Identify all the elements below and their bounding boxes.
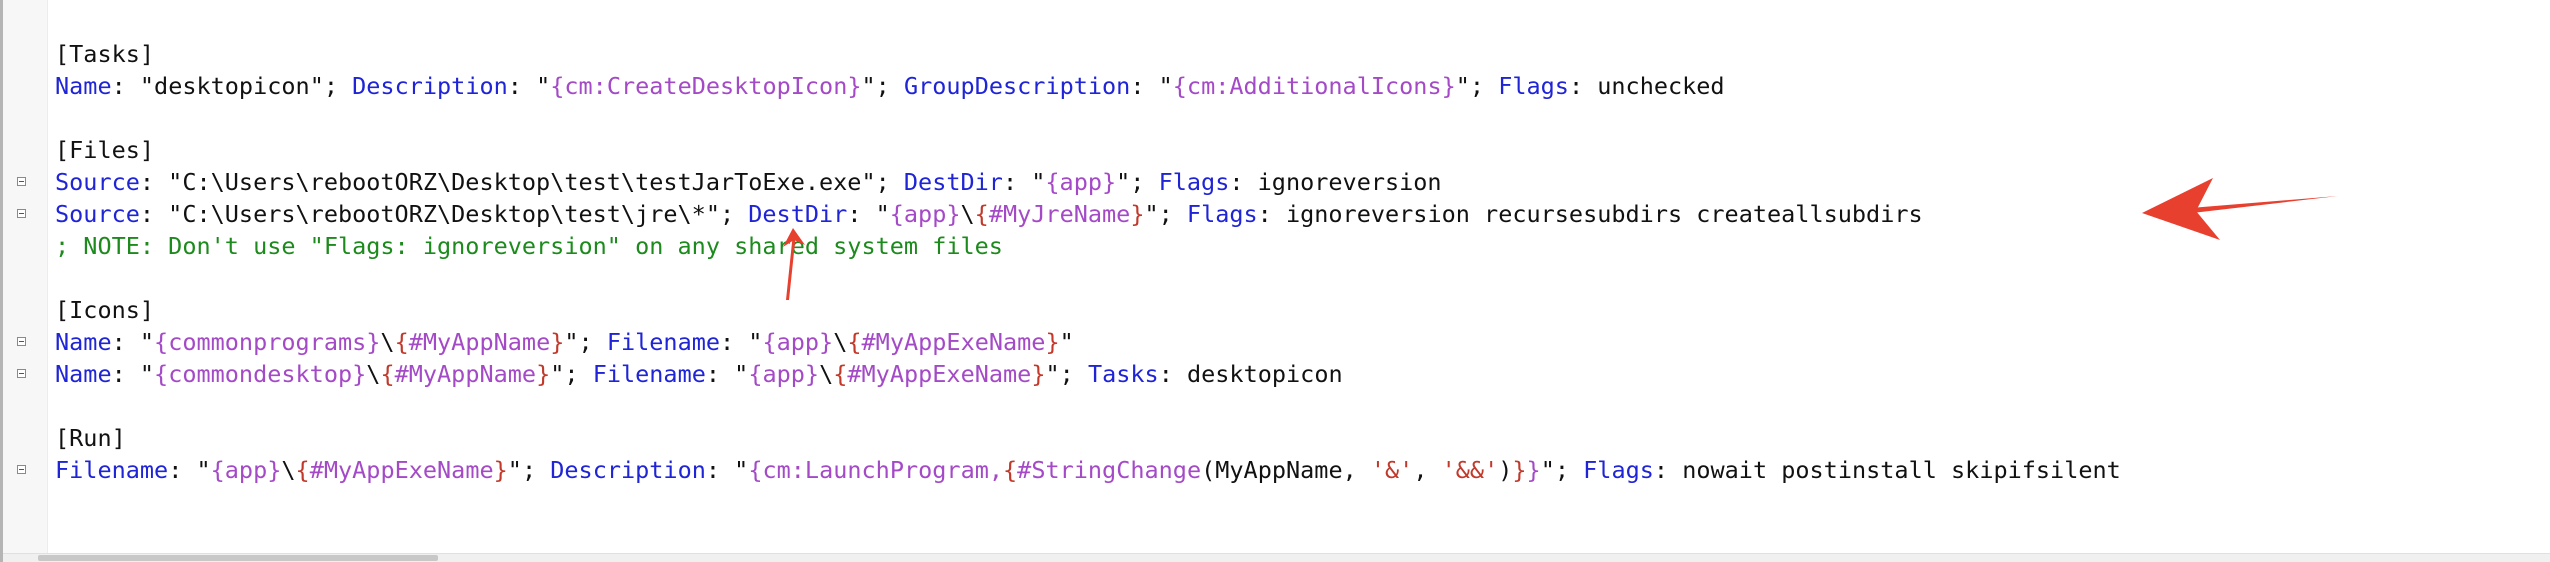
arrow-right-pointing-to-flags (2142, 178, 2338, 240)
horizontal-scrollbar[interactable] (3, 553, 2550, 562)
arrow-up-pointing-to-wildcard (783, 228, 805, 300)
annotation-overlay (783, 178, 2338, 300)
horizontal-scrollbar-thumb[interactable] (38, 555, 438, 561)
code-editor[interactable]: [Tasks] Name: "desktopicon"; Description:… (0, 0, 2550, 562)
